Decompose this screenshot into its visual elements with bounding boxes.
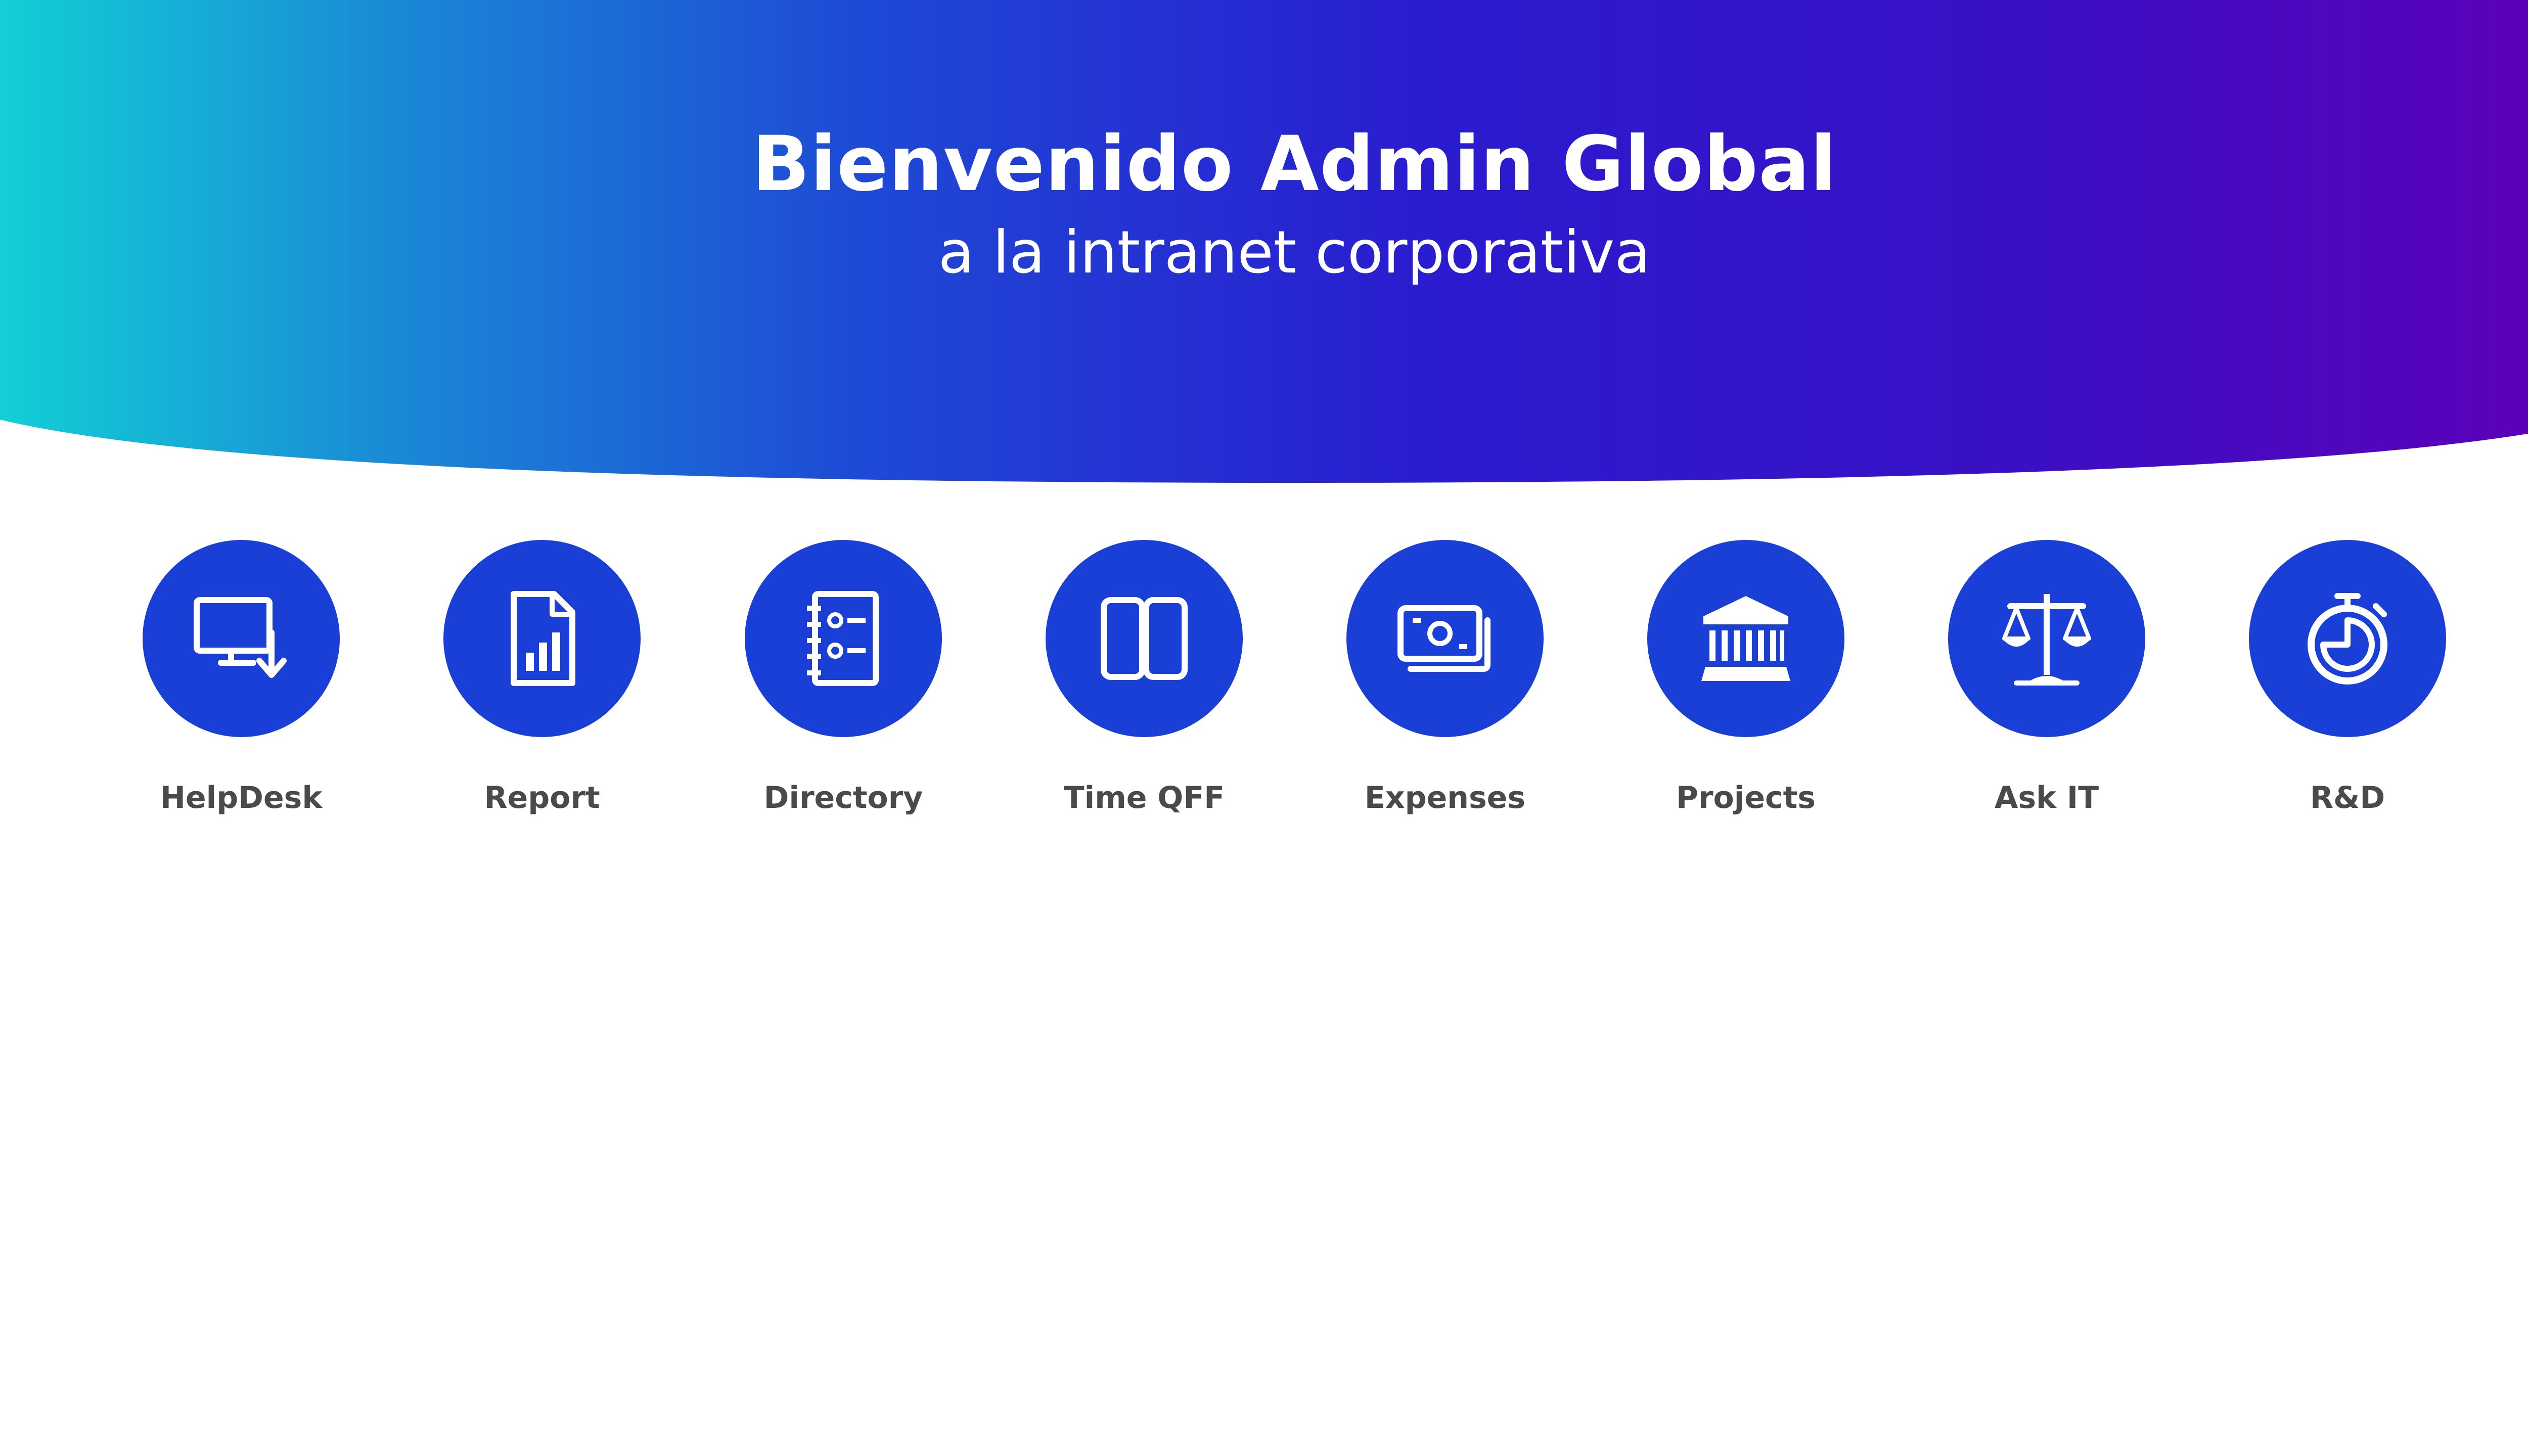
app-directory-label[interactable]: Directory — [692, 778, 995, 818]
app-projects-label[interactable]: Projects — [1594, 778, 1898, 818]
app-helpdesk-button[interactable] — [143, 540, 340, 737]
app-expenses[interactable]: Expenses — [1293, 540, 1597, 823]
app-r-and-d-button[interactable] — [2249, 540, 2446, 737]
app-launcher: HelpDesk Report Directory Time QFF Expen… — [0, 540, 2528, 823]
report-file-icon — [511, 591, 575, 686]
app-ask-it-label[interactable]: Ask IT — [1895, 778, 2198, 818]
app-expenses-button[interactable] — [1346, 540, 1544, 737]
welcome-subtitle: a la intranet corporativa — [938, 218, 1651, 287]
app-helpdesk[interactable]: HelpDesk — [89, 540, 393, 823]
app-projects[interactable]: Projects — [1594, 540, 1898, 823]
app-report-button[interactable] — [443, 540, 641, 737]
page: Bienvenido Admin Global a la intranet co… — [0, 0, 2528, 1456]
app-ask-it[interactable]: Ask IT — [1895, 540, 2198, 823]
app-report[interactable]: Report — [390, 540, 694, 823]
app-projects-button[interactable] — [1647, 540, 1844, 737]
directory-book-icon — [807, 591, 879, 686]
hero-text: Bienvenido Admin Global a la intranet co… — [0, 116, 2528, 293]
app-directory-button[interactable] — [745, 540, 942, 737]
app-helpdesk-label[interactable]: HelpDesk — [89, 778, 393, 818]
app-r-and-d[interactable]: R&D — [2196, 540, 2499, 823]
open-book-icon — [1101, 597, 1188, 680]
bank-building-icon — [1701, 596, 1790, 681]
app-directory[interactable]: Directory — [692, 540, 995, 823]
hero-banner: Bienvenido Admin Global a la intranet co… — [0, 0, 2528, 485]
app-ask-it-button[interactable] — [1948, 540, 2145, 737]
welcome-title: Bienvenido Admin Global — [752, 120, 1837, 208]
app-time-qff-label[interactable]: Time QFF — [992, 778, 1296, 818]
scales-icon — [2002, 594, 2091, 686]
app-r-and-d-label[interactable]: R&D — [2196, 778, 2499, 818]
monitor-download-icon — [194, 597, 287, 678]
money-icon — [1397, 605, 1491, 672]
app-time-qff-button[interactable] — [1046, 540, 1243, 737]
stopwatch-icon — [2308, 593, 2387, 685]
app-report-label[interactable]: Report — [390, 778, 694, 818]
app-expenses-label[interactable]: Expenses — [1293, 778, 1597, 818]
app-time-qff[interactable]: Time QFF — [992, 540, 1296, 823]
